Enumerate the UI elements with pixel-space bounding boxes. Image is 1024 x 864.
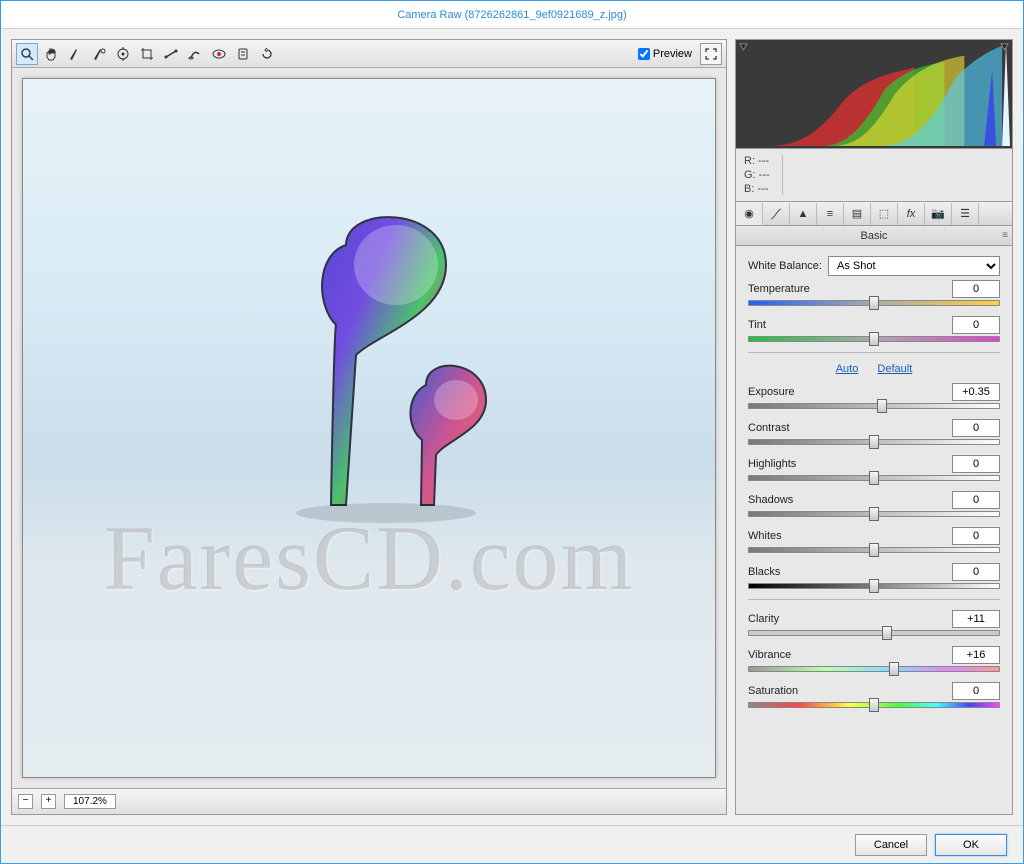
blacks-value[interactable] [952, 563, 1000, 581]
tab-curve[interactable] [763, 203, 790, 225]
targeted-adjustment-tool[interactable] [112, 43, 134, 65]
auto-default-links: Auto Default [748, 363, 1000, 375]
image-preview[interactable]: FaresCD.com [22, 78, 716, 778]
vibrance-slider[interactable]: Vibrance [748, 646, 1000, 672]
rgb-g: G: --- [744, 169, 770, 181]
tab-basic[interactable]: ◉ [736, 203, 763, 225]
preview-checkbox[interactable]: Preview [638, 48, 692, 60]
whites-value[interactable] [952, 527, 1000, 545]
straighten-tool[interactable] [160, 43, 182, 65]
panel-tabs: ◉ ▲ ≡ ▤ ⬚ fx 📷 ☰ [735, 202, 1013, 226]
vibrance-label: Vibrance [748, 649, 791, 661]
preview-label: Preview [653, 48, 692, 60]
clarity-slider[interactable]: Clarity [748, 610, 1000, 636]
saturation-label: Saturation [748, 685, 798, 697]
exposure-slider[interactable]: Exposure [748, 383, 1000, 409]
camera-raw-window: Camera Raw (8726262861_9ef0921689_z.jpg) [0, 0, 1024, 864]
cancel-button[interactable]: Cancel [855, 834, 927, 856]
shadows-value[interactable] [952, 491, 1000, 509]
ok-button[interactable]: OK [935, 834, 1007, 856]
highlights-value[interactable] [952, 455, 1000, 473]
zoom-bar: − + 107.2% [12, 788, 726, 814]
exposure-label: Exposure [748, 386, 794, 398]
rgb-b: B: --- [744, 183, 770, 195]
tab-presets[interactable]: ☰ [952, 203, 979, 225]
whites-label: Whites [748, 530, 782, 542]
left-pane: Preview [11, 39, 727, 815]
temperature-value[interactable] [952, 280, 1000, 298]
tab-split[interactable]: ▤ [844, 203, 871, 225]
whites-slider[interactable]: Whites [748, 527, 1000, 553]
contrast-value[interactable] [952, 419, 1000, 437]
rgb-readout: R: --- G: --- B: --- [735, 149, 1013, 202]
zoom-tool[interactable] [16, 43, 38, 65]
redeye-tool[interactable] [208, 43, 230, 65]
default-link[interactable]: Default [877, 363, 912, 375]
tab-fx[interactable]: fx [898, 203, 925, 225]
shadows-label: Shadows [748, 494, 793, 506]
tint-value[interactable] [952, 316, 1000, 334]
panel-menu-icon[interactable]: ≡ [1002, 230, 1008, 241]
ps-glass-shape-icon [286, 205, 506, 545]
tab-hsl[interactable]: ≡ [817, 203, 844, 225]
window-title: Camera Raw (8726262861_9ef0921689_z.jpg) [397, 9, 626, 21]
preferences-tool[interactable] [232, 43, 254, 65]
color-sampler-tool[interactable] [88, 43, 110, 65]
panel-body: White Balance: As Shot Temperature Tint … [735, 246, 1013, 815]
exposure-value[interactable] [952, 383, 1000, 401]
body: Preview [1, 29, 1023, 825]
tab-lens[interactable]: ⬚ [871, 203, 898, 225]
preview-checkbox-input[interactable] [638, 48, 650, 60]
histogram[interactable] [735, 39, 1013, 149]
highlights-slider[interactable]: Highlights [748, 455, 1000, 481]
titlebar: Camera Raw (8726262861_9ef0921689_z.jpg) [1, 1, 1023, 29]
clarity-value[interactable] [952, 610, 1000, 628]
rgb-r: R: --- [744, 155, 770, 167]
crop-tool[interactable] [136, 43, 158, 65]
zoom-value[interactable]: 107.2% [64, 794, 116, 809]
spot-removal-tool[interactable] [184, 43, 206, 65]
fullscreen-button[interactable] [700, 43, 722, 65]
shadows-slider[interactable]: Shadows [748, 491, 1000, 517]
tool-strip: Preview [12, 40, 726, 68]
zoom-out-button[interactable]: − [18, 794, 33, 809]
white-balance-tool[interactable] [64, 43, 86, 65]
vibrance-value[interactable] [952, 646, 1000, 664]
saturation-slider[interactable]: Saturation [748, 682, 1000, 708]
saturation-value[interactable] [952, 682, 1000, 700]
zoom-in-button[interactable]: + [41, 794, 56, 809]
white-balance-select[interactable]: As Shot [828, 256, 1000, 276]
canvas-wrap: FaresCD.com [12, 68, 726, 788]
temperature-label: Temperature [748, 283, 810, 295]
temperature-slider[interactable]: Temperature [748, 280, 1000, 306]
tint-slider[interactable]: Tint [748, 316, 1000, 342]
contrast-slider[interactable]: Contrast [748, 419, 1000, 445]
footer: Cancel OK [1, 825, 1023, 863]
panel-title-text: Basic [861, 230, 888, 242]
blacks-label: Blacks [748, 566, 780, 578]
tab-camera[interactable]: 📷 [925, 203, 952, 225]
panel-title: Basic ≡ [735, 226, 1013, 246]
auto-link[interactable]: Auto [836, 363, 859, 375]
rotate-tool[interactable] [256, 43, 278, 65]
tab-detail[interactable]: ▲ [790, 203, 817, 225]
hand-tool[interactable] [40, 43, 62, 65]
blacks-slider[interactable]: Blacks [748, 563, 1000, 589]
highlights-label: Highlights [748, 458, 796, 470]
tint-label: Tint [748, 319, 766, 331]
clarity-label: Clarity [748, 613, 779, 625]
white-balance-label: White Balance: [748, 260, 822, 272]
contrast-label: Contrast [748, 422, 790, 434]
right-pane: R: --- G: --- B: --- ◉ ▲ ≡ ▤ ⬚ fx 📷 ☰ Ba… [735, 39, 1013, 815]
